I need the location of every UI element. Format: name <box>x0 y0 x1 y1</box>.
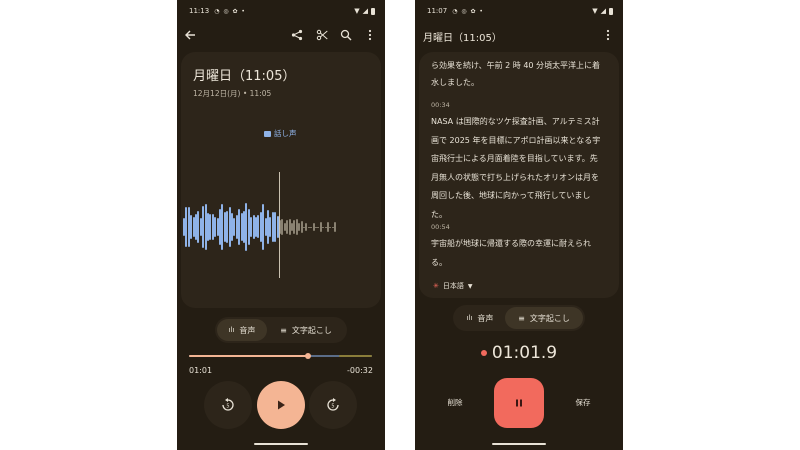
rewind-icon: 5 <box>222 398 234 411</box>
status-time: 11:13 <box>189 7 210 15</box>
recording-timer: 01:01.9 <box>415 343 623 363</box>
page-title: 月曜日（11:05） <box>423 33 502 44</box>
sparkle-icon: ✳ <box>433 282 439 290</box>
timestamp: 00:34 <box>431 101 450 109</box>
notification-icons: ◔ ◎ ✿ • <box>214 7 246 15</box>
elapsed-time: 01:01 <box>189 366 213 375</box>
waveform-bar <box>202 206 205 248</box>
share-icon[interactable] <box>290 28 304 42</box>
waveform-bar <box>274 212 277 242</box>
dropdown-arrow-icon: ▼ <box>467 282 473 290</box>
recording-dot-icon <box>480 350 487 356</box>
seek-track-tail <box>339 355 372 357</box>
save-button[interactable]: 保存 <box>569 397 597 408</box>
transcript-card: ら効果を続け、午前 2 時 40 分頃太平洋上に着水しました。 00:34 NA… <box>419 52 619 298</box>
lines-icon: ≡ <box>280 325 287 335</box>
seek-thumb[interactable] <box>304 353 311 359</box>
timestamp: 00:54 <box>431 223 450 231</box>
pause-button[interactable] <box>494 378 544 428</box>
waveform-bar <box>190 215 193 239</box>
transcript-text-1: NASA は国際的なツケ探査計画、アルテミス計画で 2025 年を目標にアポロ計… <box>431 117 601 219</box>
recording-title: 月曜日（11:05） <box>193 69 296 84</box>
seek-track-played <box>189 355 308 357</box>
waveform-bar <box>214 216 217 238</box>
waveform-bar <box>286 220 289 234</box>
tab-transcript[interactable]: ≡ 文字起こし <box>505 307 583 329</box>
toolbar <box>177 26 385 44</box>
transcript-text-2: 宇宙船が地球に帰還する際の幸運に耐えられる。 <box>431 239 591 267</box>
timer-text: 01:01.9 <box>491 343 558 363</box>
status-time: 11:07 <box>427 7 448 15</box>
remaining-time: -00:32 <box>347 366 373 375</box>
wifi-icon: ▼ <box>592 7 598 15</box>
status-bar: 11:13 ◔ ◎ ✿ • ▼ ◢ <box>189 5 375 17</box>
battery-icon <box>609 7 613 15</box>
search-icon[interactable] <box>339 28 353 42</box>
gesture-handle <box>492 443 546 445</box>
tab-transcript-label: 文字起こし <box>291 325 332 335</box>
gesture-handle <box>254 443 308 445</box>
rewind-button[interactable]: 5 <box>204 381 252 429</box>
waveform-bar <box>310 227 313 228</box>
waveform-bar <box>322 227 325 228</box>
speech-bubble-icon <box>264 130 271 137</box>
audio-icon: ılı <box>466 314 473 322</box>
svg-text:5: 5 <box>226 404 229 410</box>
speaker-chip: 話し声 <box>264 128 297 139</box>
more-vert-icon[interactable] <box>363 28 377 42</box>
tab-audio-label: 音声 <box>477 313 494 323</box>
waveform-card: 月曜日（11:05） 12月12日(月) • 11:05 話し声 <box>181 52 381 308</box>
speaker-label: 話し声 <box>274 129 297 138</box>
pause-icon <box>516 399 522 407</box>
scissors-icon[interactable] <box>315 28 329 42</box>
transcript-text-0: ら効果を続け、午前 2 時 40 分頃太平洋上に着水しました。 <box>431 61 601 87</box>
tab-transcript-label: 文字起こし <box>529 313 570 323</box>
signal-icon: ◢ <box>600 7 606 15</box>
tab-audio[interactable]: ılı 音声 <box>455 307 505 329</box>
play-icon <box>278 400 285 410</box>
wifi-icon: ▼ <box>354 7 360 15</box>
view-toggle: ılı 音声 ≡ 文字起こし <box>215 317 347 343</box>
audio-icon: ılı <box>228 326 235 334</box>
waveform[interactable] <box>181 172 381 282</box>
tab-audio-label: 音声 <box>239 325 256 335</box>
waveform-bar <box>298 222 301 232</box>
waveform-bar <box>250 217 253 237</box>
view-toggle: ılı 音声 ≡ 文字起こし <box>453 305 585 331</box>
svg-text:5: 5 <box>331 404 334 410</box>
playback-screen: 11:13 ◔ ◎ ✿ • ▼ ◢ 月曜日（11:05） 12月12日(月) •… <box>177 0 385 450</box>
tab-transcript[interactable]: ≡ 文字起こし <box>267 319 345 341</box>
waveform-bar <box>262 204 265 250</box>
play-button[interactable] <box>257 381 305 429</box>
status-bar: 11:07 ◔ ◎ ✿ • ▼ ◢ <box>427 5 613 17</box>
signal-icon: ◢ <box>362 7 368 15</box>
forward-icon: 5 <box>327 398 339 411</box>
recording-date: 12月12日(月) • 11:05 <box>193 89 272 98</box>
notification-icons: ◔ ◎ ✿ • <box>452 7 484 15</box>
recording-screen: 11:07 ◔ ◎ ✿ • ▼ ◢ 月曜日（11:05） ら効果を続け、午前 2… <box>415 0 623 450</box>
language-selector[interactable]: ✳ 日本語 ▼ <box>433 281 473 291</box>
waveform-bar <box>334 222 337 232</box>
lines-icon: ≡ <box>518 313 525 323</box>
playhead <box>279 172 280 278</box>
battery-icon <box>371 7 375 15</box>
delete-button[interactable]: 削除 <box>441 397 469 408</box>
tab-audio[interactable]: ılı 音声 <box>217 319 267 341</box>
forward-button[interactable]: 5 <box>309 381 357 429</box>
back-arrow-icon[interactable] <box>183 28 197 42</box>
language-label: 日本語 <box>442 282 464 290</box>
waveform-bar <box>226 211 229 243</box>
more-vert-icon[interactable] <box>601 28 615 42</box>
waveform-bar <box>238 209 241 245</box>
